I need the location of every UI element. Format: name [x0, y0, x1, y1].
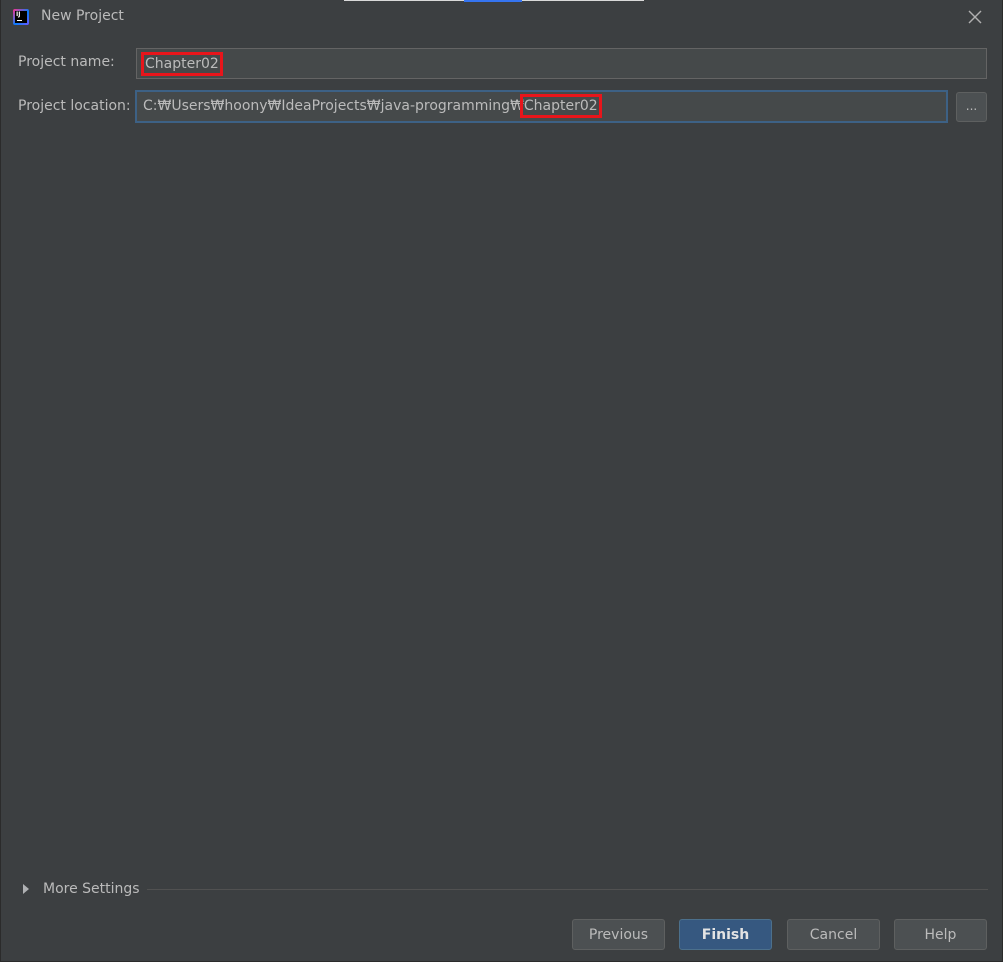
project-name-input[interactable]: Chapter02 [136, 48, 987, 79]
new-project-dialog: IJ New Project Project name: Chapter02 P… [0, 0, 1003, 962]
project-name-value: Chapter02 [141, 52, 223, 76]
more-settings-toggle[interactable]: More Settings [23, 879, 140, 899]
project-name-label: Project name: [18, 54, 115, 70]
app-icon-text: IJ [16, 11, 21, 18]
close-icon[interactable] [966, 8, 984, 26]
intellij-app-icon: IJ [13, 9, 29, 25]
finish-button[interactable]: Finish [679, 919, 772, 950]
project-location-label: Project location: [18, 98, 131, 114]
previous-button[interactable]: Previous [572, 919, 665, 950]
cancel-button[interactable]: Cancel [787, 919, 880, 950]
help-button[interactable]: Help [894, 919, 987, 950]
more-settings-label: More Settings [43, 881, 140, 897]
window-title: New Project [41, 8, 124, 24]
more-settings-separator [147, 889, 988, 890]
project-location-input[interactable]: C:₩Users₩hoony₩IdeaProjects₩java-program… [135, 90, 948, 123]
browse-button[interactable]: ... [956, 92, 987, 122]
project-location-path: C:₩Users₩hoony₩IdeaProjects₩java-program… [143, 98, 524, 114]
expand-arrow-icon [23, 884, 29, 894]
project-location-folder: Chapter02 [519, 94, 602, 118]
title-bar: IJ New Project [1, 0, 1002, 36]
